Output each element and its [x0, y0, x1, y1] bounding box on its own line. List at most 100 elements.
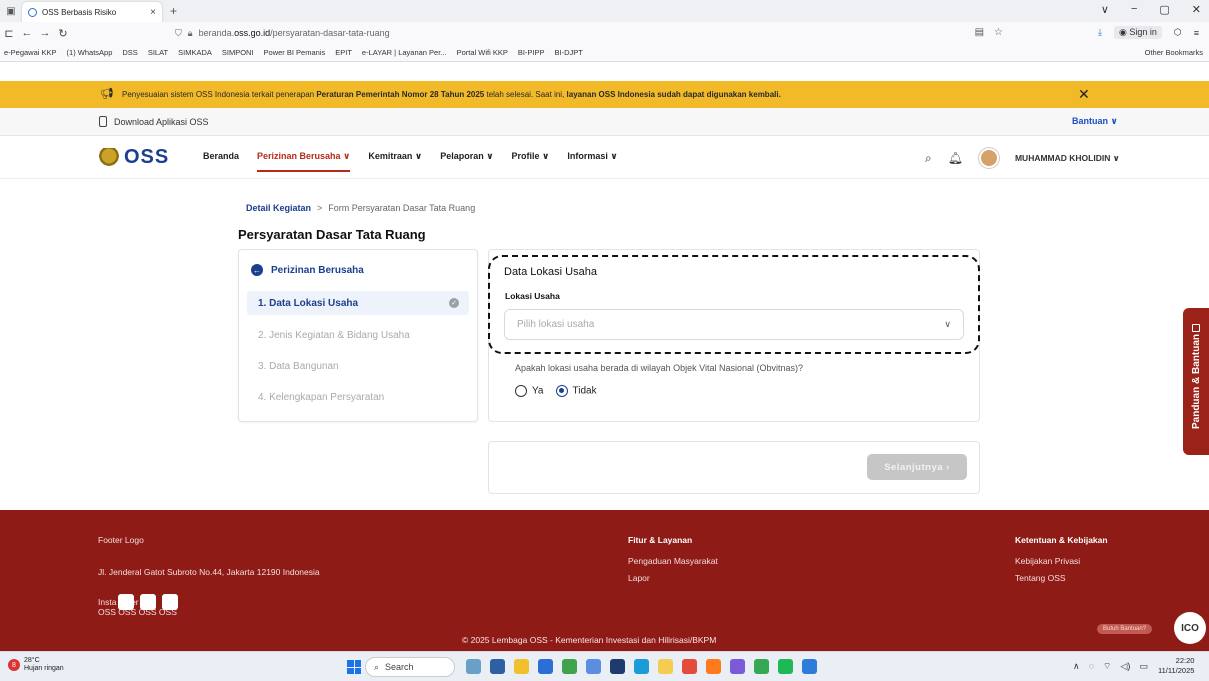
app-icon[interactable]	[730, 659, 745, 674]
radio-tidak-circle[interactable]	[555, 385, 568, 397]
nav-beranda[interactable]: Beranda	[203, 151, 239, 162]
task-view-icon[interactable]	[490, 659, 505, 674]
bookmark-item[interactable]: e-Pegawai KKP	[4, 48, 57, 57]
nav-informasi[interactable]: Informasi ∨	[567, 151, 617, 162]
step-data-lokasi-usaha[interactable]: 1. Data Lokasi Usaha ✓	[247, 291, 469, 315]
social-links: Insta F tter OSS OSS OSS OSS	[98, 594, 178, 617]
nav-pelaporan[interactable]: Pelaporan ∨	[440, 151, 493, 162]
search-icon[interactable]: ⌕	[925, 151, 932, 166]
bookmark-item[interactable]: SIMKADA	[178, 48, 212, 57]
social-icon[interactable]	[162, 594, 178, 610]
announcement-banner: 📢︎ Penyesuaian sistem OSS Indonesia terk…	[0, 81, 1209, 108]
bookmark-item[interactable]: EPIT	[335, 48, 352, 57]
chrome-icon[interactable]	[754, 659, 769, 674]
radio-ya[interactable]: Ya	[515, 385, 544, 397]
footer-link-privacy[interactable]: Kebijakan Privasi	[1015, 556, 1080, 566]
megaphone-icon: 📢︎	[100, 88, 114, 100]
location-select[interactable]: Pilih lokasi usaha ∨	[504, 309, 964, 340]
nav-kemitraan[interactable]: Kemitraan ∨	[368, 151, 422, 162]
menu-icon[interactable]: ≡	[1194, 28, 1199, 38]
chevron-up-icon[interactable]: ∧	[1073, 661, 1080, 672]
avatar[interactable]	[978, 148, 999, 168]
forward-icon[interactable]: →	[36, 27, 54, 39]
bell-icon[interactable]: 🔔︎	[948, 151, 963, 165]
firefox-icon[interactable]	[706, 659, 721, 674]
close-window-icon[interactable]: ✕	[1192, 3, 1201, 16]
weather-widget[interactable]: 8 28°C Hujan ringan	[8, 657, 64, 673]
book-icon	[1192, 324, 1200, 332]
bookmark-item[interactable]: BI-DJPT	[555, 48, 583, 57]
taskbar-search[interactable]: ⌕ Search	[365, 657, 455, 677]
footer-link-about[interactable]: Tentang OSS	[1015, 573, 1066, 583]
announcement-text: Penyesuaian sistem OSS Indonesia terkait…	[122, 90, 781, 99]
url-bar[interactable]: ⛉ 🔒︎ beranda.oss.go.id/persyaratan-dasar…	[175, 24, 1005, 42]
bookmark-item[interactable]: (1) WhatsApp	[67, 48, 113, 57]
reader-view-icon[interactable]: ▤	[975, 27, 984, 38]
close-announcement-icon[interactable]: ✕	[1078, 86, 1090, 103]
outlook-icon[interactable]	[802, 659, 817, 674]
volume-icon[interactable]: ◁)	[1120, 661, 1130, 672]
reload-icon[interactable]: ↻	[54, 27, 72, 40]
help-bubble[interactable]: Butuh Bantuan?	[1097, 624, 1153, 634]
footer-link-pengaduan[interactable]: Pengaduan Masyarakat	[628, 556, 718, 566]
steps-card: ← Perizinan Berusaha 1. Data Lokasi Usah…	[238, 249, 478, 422]
new-tab-button[interactable]: +	[170, 4, 177, 18]
chat-help-button[interactable]: ICO	[1174, 612, 1206, 644]
user-menu[interactable]: MUHAMMAD KHOLIDIN ∨	[1015, 153, 1120, 164]
sidebar-toggle-icon[interactable]: ⊏	[0, 27, 18, 40]
bookmark-star-icon[interactable]: ☆	[994, 27, 1003, 38]
store-app-icon[interactable]	[538, 659, 553, 674]
bookmark-item[interactable]: SIMPONI	[222, 48, 254, 57]
weather-badge: 8	[8, 659, 20, 671]
app-icon[interactable]	[562, 659, 577, 674]
sign-in-button[interactable]: ◉ Sign in	[1113, 26, 1162, 39]
app-icon[interactable]	[682, 659, 697, 674]
bookmark-item[interactable]: SILAT	[148, 48, 168, 57]
restore-icon[interactable]: ▢	[1159, 3, 1169, 16]
footer-link-lapor[interactable]: Lapor	[628, 573, 650, 583]
other-bookmarks[interactable]: Other Bookmarks	[1145, 48, 1203, 57]
widgets-app-icon[interactable]	[466, 659, 481, 674]
edge-icon[interactable]	[634, 659, 649, 674]
network-icon[interactable]: ◌	[1089, 661, 1094, 672]
main-navigation: OSS Beranda Perizinan Berusaha ∨ Kemitra…	[0, 136, 1209, 179]
download-app-link[interactable]: Download Aplikasi OSS	[99, 116, 209, 127]
file-explorer-icon[interactable]	[514, 659, 529, 674]
spotify-icon[interactable]	[778, 659, 793, 674]
back-icon[interactable]: ←	[18, 27, 36, 39]
tab-list-icon[interactable]: ▣	[0, 6, 22, 17]
social-icon[interactable]	[118, 594, 134, 610]
radio-tidak[interactable]: Tidak	[555, 385, 597, 397]
radio-ya-circle[interactable]	[515, 385, 527, 397]
download-icon[interactable]: ⤓	[1098, 27, 1102, 38]
bookmark-item[interactable]: Portal Wifi KKP	[457, 48, 508, 57]
app-icon[interactable]	[658, 659, 673, 674]
browser-tab[interactable]: OSS Berbasis Risiko ×	[22, 2, 162, 22]
oss-logo[interactable]: OSS	[98, 146, 169, 169]
next-button[interactable]: Selanjutnya ›	[867, 454, 967, 480]
guide-help-tab[interactable]: Panduan & Bantuan	[1183, 308, 1209, 455]
extensions-icon[interactable]: ⬡	[1174, 27, 1182, 38]
step-data-bangunan[interactable]: 3. Data Bangunan	[247, 354, 469, 378]
social-icon[interactable]	[140, 594, 156, 610]
app-icon[interactable]	[610, 659, 625, 674]
step-kelengkapan-persyaratan[interactable]: 4. Kelengkapan Persyaratan	[247, 385, 469, 409]
help-menu[interactable]: Bantuan ∨	[1072, 116, 1118, 127]
windows-start-icon[interactable]	[347, 660, 361, 674]
breadcrumb-detail-kegiatan[interactable]: Detail Kegiatan	[246, 203, 311, 213]
bookmark-item[interactable]: Power BI Pemanis	[264, 48, 326, 57]
close-tab-icon[interactable]: ×	[150, 7, 156, 18]
nav-perizinan-berusaha[interactable]: Perizinan Berusaha ∨	[257, 151, 351, 172]
app-icon[interactable]	[586, 659, 601, 674]
nav-profile[interactable]: Profile ∨	[512, 151, 550, 162]
clock[interactable]: 22:20 11/11/2025	[1158, 656, 1194, 676]
wifi-icon[interactable]: ⌔	[1103, 661, 1111, 672]
minimize-icon[interactable]: −	[1131, 3, 1137, 16]
list-all-tabs-icon[interactable]: ∨	[1101, 3, 1109, 16]
step-jenis-kegiatan[interactable]: 2. Jenis Kegiatan & Bidang Usaha	[247, 323, 469, 347]
bookmark-item[interactable]: DSS	[122, 48, 137, 57]
back-to-perizinan[interactable]: ← Perizinan Berusaha	[251, 264, 364, 276]
bookmark-item[interactable]: e-LAYAR | Layanan Per...	[362, 48, 447, 57]
battery-icon[interactable]: ▭	[1139, 661, 1148, 672]
bookmark-item[interactable]: BI-PIPP	[518, 48, 545, 57]
